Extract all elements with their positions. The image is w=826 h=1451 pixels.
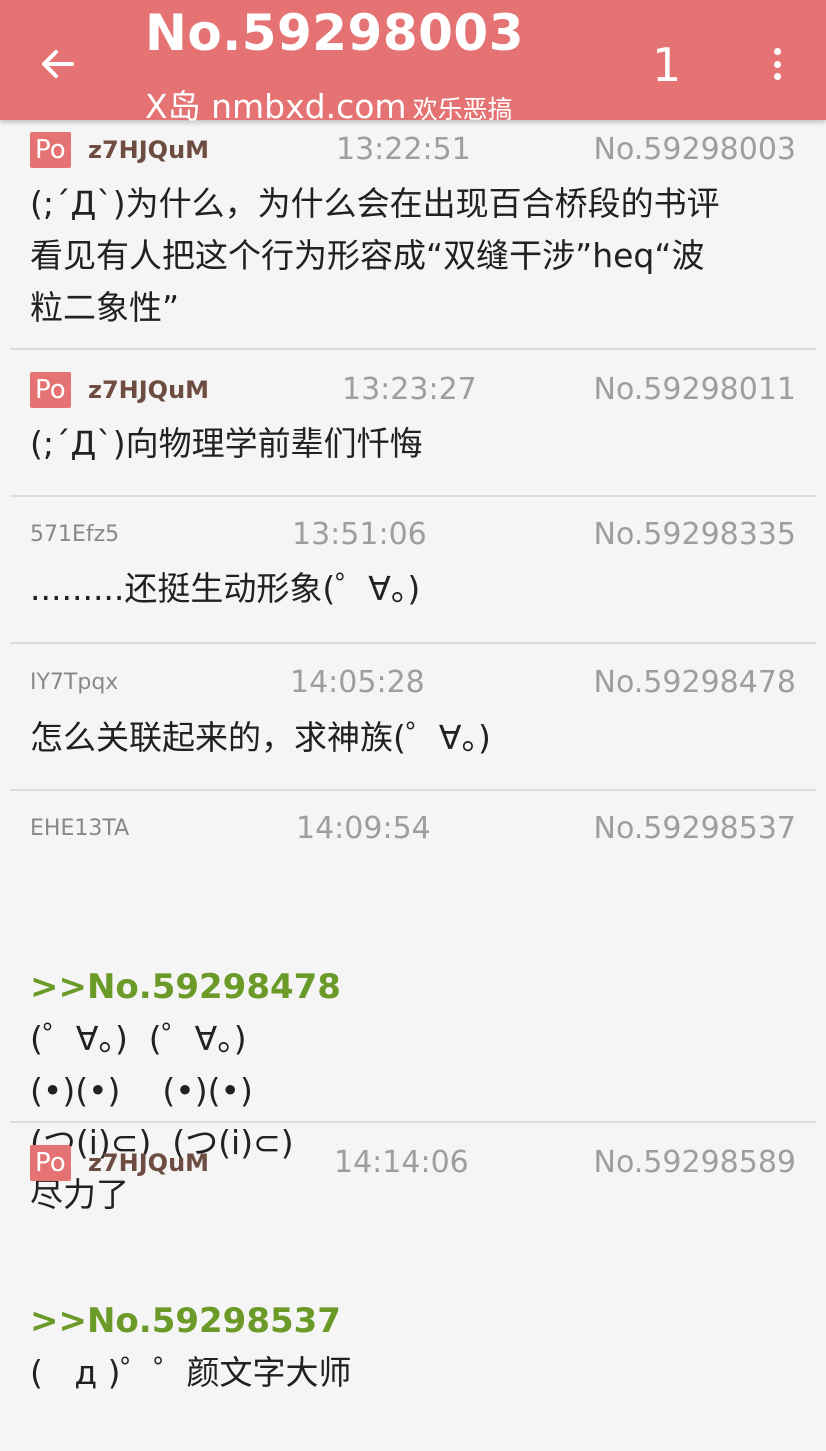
reply-time: 13:22:51 [336,132,471,167]
page-number-button[interactable]: 1 [652,38,681,92]
reply-content: >>No.59298537 ( д )゜゜颜文字大师 [30,1191,796,1451]
reply-content: (;´Д`)向物理学前辈们忏悔 [30,424,423,463]
thread-title: No.59298003 [145,4,525,62]
reply-content: (;´Д`)为什么，为什么会在出现百合桥段的书评 看见有人把这个行为形容成“双缝… [30,184,720,327]
reply-meta: 571Efz5 13:51:06 No.59298335 [30,517,796,553]
user-id: z7HJQuM [88,136,210,164]
reply-content: 怎么关联起来的，求神族(゜∀。) [30,718,491,757]
user-id: z7HJQuM [88,376,210,404]
reply-item[interactable]: 571Efz5 13:51:06 No.59298335 .........还挺… [10,497,816,644]
quote-link[interactable]: >>No.59298478 [30,961,796,1013]
reply-number[interactable]: No.59298011 [594,372,797,408]
back-arrow-icon[interactable] [38,44,78,84]
reply-time: 14:09:54 [296,811,431,846]
reply-item[interactable]: Po z7HJQuM 14:14:06 No.59298589 >>No.592… [10,1123,816,1392]
reply-number[interactable]: No.59298003 [594,132,797,168]
reply-number[interactable]: No.59298537 [594,811,797,847]
user-id: 571Efz5 [30,522,120,547]
reply-meta: Po z7HJQuM 13:22:51 No.59298003 [30,132,796,168]
reply-item[interactable]: Po z7HJQuM 13:22:51 No.59298003 (;´Д`)为什… [10,120,816,350]
site-name: X岛 nmbxd.com [145,87,407,126]
reply-time: 13:23:27 [342,372,477,407]
reply-item[interactable]: Po z7HJQuM 13:23:27 No.59298011 (;´Д`)向物… [10,350,816,497]
po-badge: Po [30,372,71,408]
reply-meta: Po z7HJQuM 13:23:27 No.59298011 [30,372,796,408]
board-name: 欢乐恶搞 [412,95,513,124]
reply-meta: Po z7HJQuM 14:14:06 No.59298589 [30,1145,796,1181]
user-id: IY7Tpqx [30,670,119,695]
thread-subtitle: X岛 nmbxd.com 欢乐恶搞 [145,80,513,128]
reply-number[interactable]: No.59298478 [594,665,797,701]
more-options-icon[interactable] [762,44,792,84]
reply-meta: IY7Tpqx 14:05:28 No.59298478 [30,665,796,701]
reply-time: 14:05:28 [290,665,425,700]
po-badge: Po [30,1145,71,1181]
reply-meta: EHE13TA 14:09:54 No.59298537 [30,811,796,847]
reply-time: 14:14:06 [334,1145,469,1180]
user-id: EHE13TA [30,816,130,841]
reply-number[interactable]: No.59298589 [594,1145,797,1181]
reply-number[interactable]: No.59298335 [594,517,797,553]
reply-item[interactable]: EHE13TA 14:09:54 No.59298537 >>No.592984… [10,791,816,1214]
po-badge: Po [30,132,71,168]
reply-item[interactable]: IY7Tpqx 14:05:28 No.59298478 怎么关联起来的，求神族… [10,644,816,791]
reply-time: 13:51:06 [292,517,427,552]
user-id: z7HJQuM [88,1149,210,1177]
app-bar: No.59298003 X岛 nmbxd.com 欢乐恶搞 1 [0,0,826,126]
quote-link[interactable]: >>No.59298537 [30,1295,796,1347]
reply-content: .........还挺生动形象(゜∀。) [30,569,421,608]
reply-text: ( д )゜゜颜文字大师 [30,1353,352,1392]
